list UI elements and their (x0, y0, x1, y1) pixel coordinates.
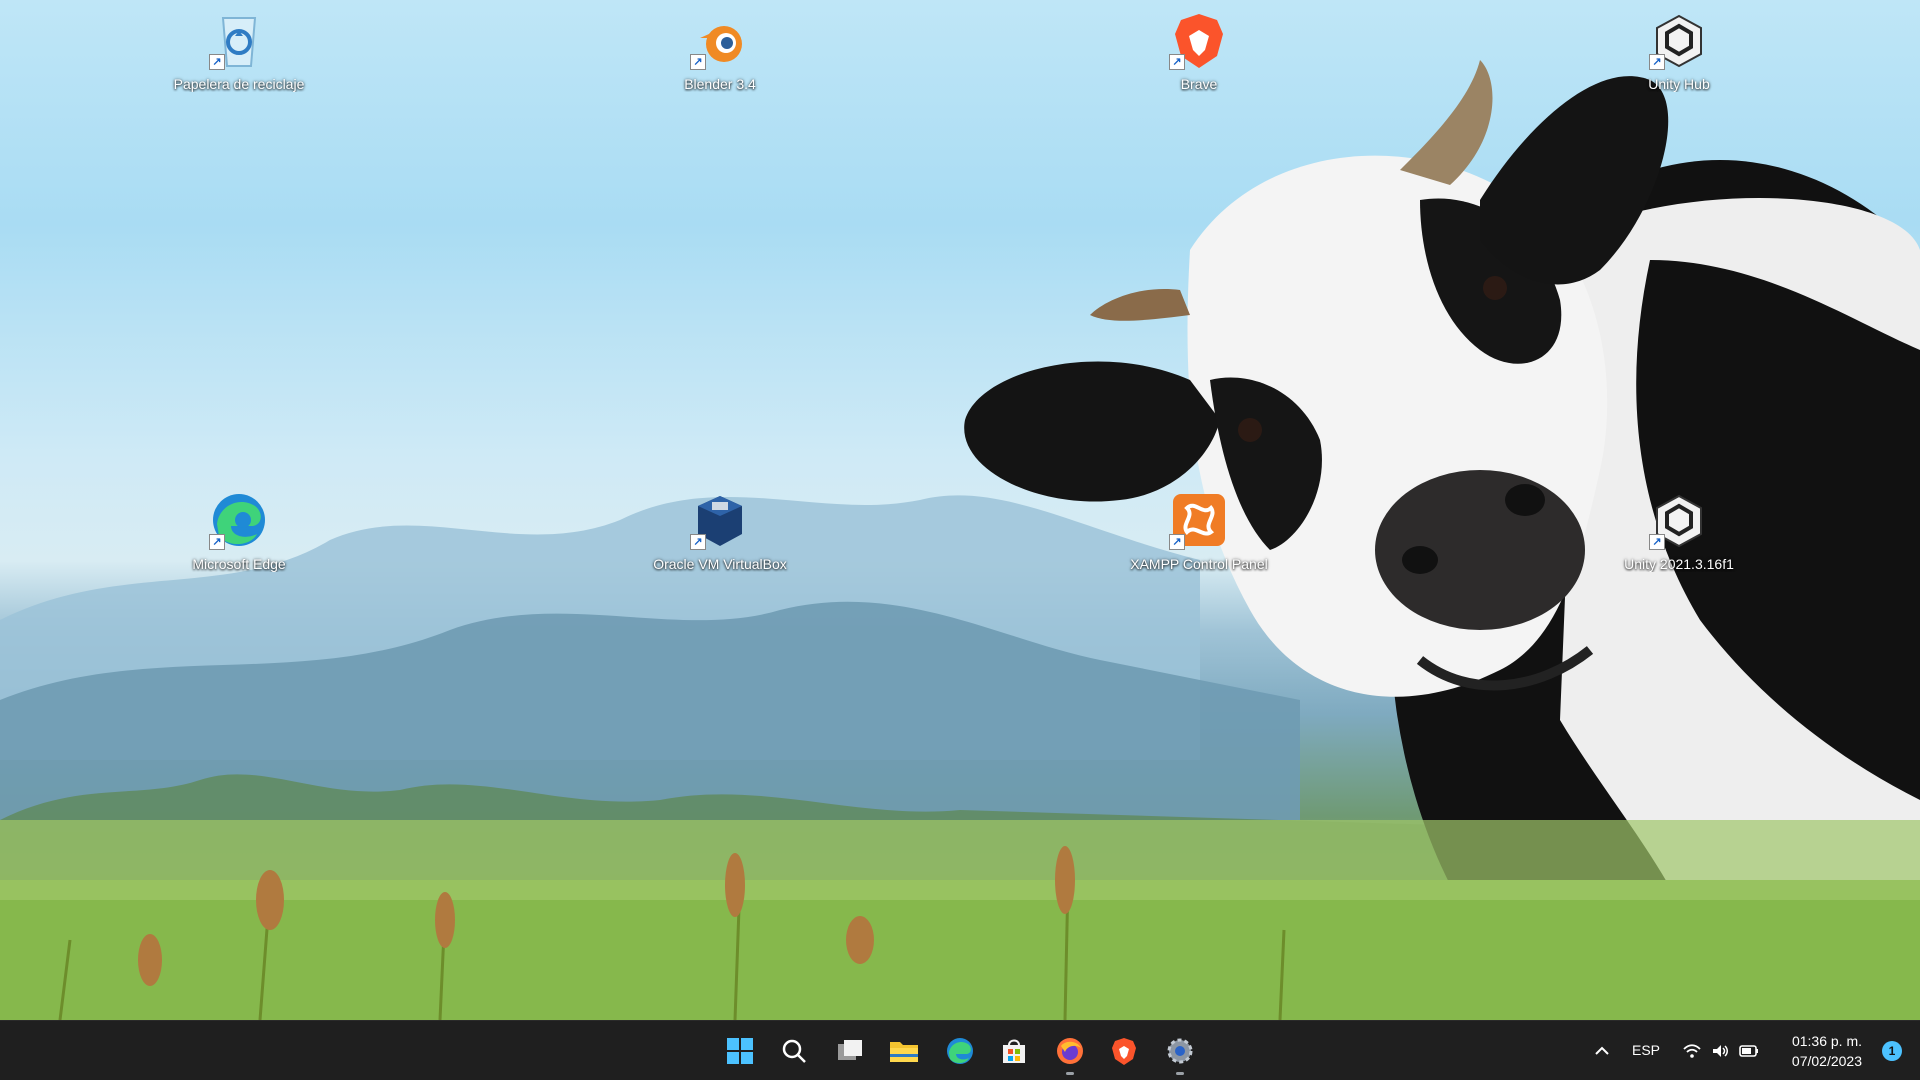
wifi-icon (1683, 1044, 1701, 1058)
edge-icon: ↗ (209, 490, 269, 550)
brave-icon: ↗ (1169, 10, 1229, 70)
clock-date: 07/02/2023 (1791, 1053, 1862, 1069)
virtualbox-icon: ↗ (690, 490, 750, 550)
microsoft-store-button[interactable] (996, 1033, 1032, 1069)
search-button[interactable] (776, 1033, 812, 1069)
taskbar-clock[interactable]: 01:36 p. m. 07/02/2023 (1752, 1031, 1862, 1071)
chevron-up-icon (1595, 1046, 1609, 1055)
desktop-icon-label: Blender 3.4 (684, 76, 756, 92)
desktop-icon-blender[interactable]: ↗ Blender 3.4 (645, 6, 795, 96)
blender-icon: ↗ (690, 10, 750, 70)
desktop-icon-unity-hub[interactable]: ↗ Unity Hub (1604, 6, 1754, 96)
volume-icon (1713, 1045, 1728, 1057)
settings-icon (1167, 1038, 1193, 1064)
desktop-icon-label: Microsoft Edge (192, 556, 286, 572)
start-icon (727, 1038, 753, 1064)
desktop-icon-label: Unity Hub (1648, 76, 1710, 92)
desktop-icon-label: Unity 2021.3.16f1 (1624, 556, 1734, 572)
clock-time: 01:36 p. m. (1791, 1033, 1862, 1049)
desktop-icon-microsoft-edge[interactable]: ↗ Microsoft Edge (164, 486, 314, 576)
task-view-icon (838, 1040, 862, 1060)
notification-badge[interactable]: 1 (1882, 1041, 1902, 1061)
show-hidden-icons-button[interactable] (1590, 1039, 1614, 1063)
running-indicator (1066, 1072, 1074, 1075)
edge-taskbar-button[interactable] (942, 1033, 978, 1069)
desktop-icon-virtualbox[interactable]: ↗ Oracle VM VirtualBox (645, 486, 795, 576)
desktop-icon-brave[interactable]: ↗ Brave (1124, 6, 1274, 96)
desktop-icon-recycle-bin[interactable]: ↗ Papelera de reciclaje (164, 6, 314, 96)
microsoft-store-icon (1003, 1039, 1025, 1063)
recycle-bin-icon: ↗ (209, 10, 269, 70)
firefox-button[interactable] (1052, 1033, 1088, 1075)
unity-icon: ↗ (1649, 490, 1709, 550)
file-explorer-button[interactable] (886, 1033, 922, 1069)
task-view-button[interactable] (832, 1033, 868, 1069)
brave-taskbar-button[interactable] (1106, 1033, 1142, 1069)
file-explorer-icon (890, 1042, 918, 1062)
taskbar: ESP 01:36 p. m. 07/02/2023 1 (0, 1020, 1920, 1080)
unity-hub-icon: ↗ (1649, 10, 1709, 70)
start-button[interactable] (722, 1033, 758, 1069)
wallpaper-grass (0, 820, 1920, 1020)
search-icon (782, 1039, 806, 1063)
input-language-indicator[interactable]: ESP (1632, 1042, 1660, 1058)
desktop-icon-label: Oracle VM VirtualBox (653, 556, 787, 572)
settings-button[interactable] (1162, 1033, 1198, 1075)
brave-icon (1112, 1038, 1136, 1065)
desktop-icon-label: Papelera de reciclaje (173, 76, 305, 92)
firefox-icon (1057, 1038, 1083, 1064)
desktop-icon-label: XAMPP Control Panel (1130, 556, 1268, 572)
quick-settings-button[interactable] (1682, 1039, 1762, 1063)
desktop-icon-xampp[interactable]: ↗ XAMPP Control Panel (1124, 486, 1274, 576)
desktop-icon-unity[interactable]: ↗ Unity 2021.3.16f1 (1604, 486, 1754, 576)
desktop-icon-label: Brave (1180, 76, 1218, 92)
running-indicator (1176, 1072, 1184, 1075)
xampp-icon: ↗ (1169, 490, 1229, 550)
edge-icon (947, 1038, 973, 1064)
